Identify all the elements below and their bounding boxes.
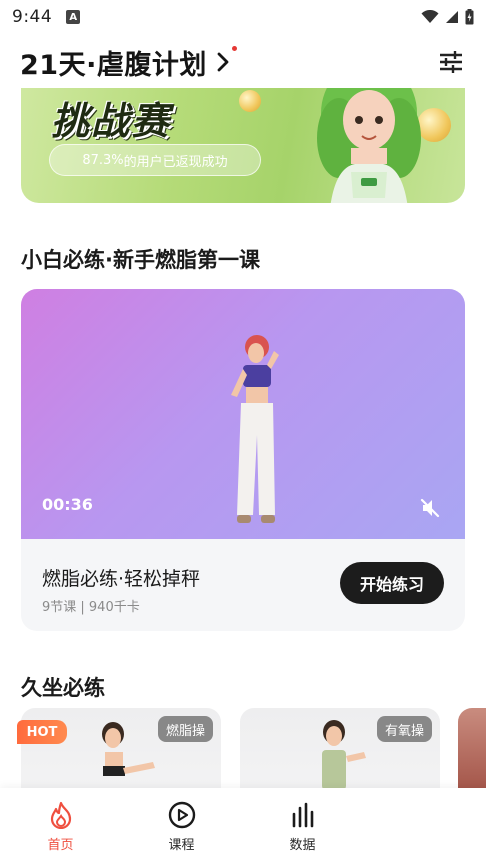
play-circle-icon [168, 800, 196, 830]
status-indicators [421, 9, 474, 25]
video-duration: 00:36 [42, 495, 93, 514]
notification-dot [231, 46, 237, 51]
signal-icon [446, 11, 458, 23]
app-header: 21天·虐腹计划 [0, 38, 486, 86]
hot-badge: HOT [17, 720, 67, 744]
instructor-figure [231, 335, 279, 523]
nav-item-data[interactable]: 数据 [242, 788, 363, 864]
section-title: 久坐必练 [21, 676, 105, 700]
nav-label: 首页 [47, 838, 74, 853]
nav-label: 课程 [168, 838, 195, 853]
status-bar: 9:44 A [0, 0, 486, 34]
nav-label: 数据 [289, 838, 316, 853]
start-practice-button[interactable]: 开始练习 [340, 562, 444, 604]
status-a-icon: A [66, 10, 81, 24]
course-meta: 9节课 | 940千卡 [42, 600, 140, 615]
bar-chart-icon [290, 800, 316, 830]
sliders-icon[interactable] [436, 47, 466, 77]
video-course-card[interactable]: 00:36 燃脂必练·轻松掉秤 9节课 | 940千卡 开始练习 [21, 289, 465, 631]
wifi-icon [421, 10, 439, 23]
category-tag: 有氧操 [376, 716, 432, 742]
course-name: 燃脂必练·轻松掉秤 [42, 568, 201, 590]
nav-item-home[interactable]: 首页 [0, 788, 121, 864]
banner-pill-text: 的用户已返现成功 [123, 154, 228, 170]
nav-item-courses[interactable]: 课程 [121, 788, 242, 864]
video-player[interactable]: 00:36 [21, 289, 465, 539]
battery-icon [465, 9, 474, 25]
status-time: 9:44 [12, 7, 53, 27]
plan-title[interactable]: 21天·虐腹计划 [20, 43, 207, 82]
character-illustration [317, 88, 421, 203]
banner-stat-pill: 87.3% 的用户已返现成功 [49, 144, 261, 176]
section-title: 小白必练·新手燃脂第一课 [21, 248, 260, 272]
chevron-right-icon[interactable] [217, 46, 237, 72]
category-tag: 燃脂操 [157, 716, 213, 742]
challenge-banner[interactable]: 挑战赛 87.3% 的用户已返现成功 [21, 88, 465, 203]
bottom-nav: 首页 课程 数据 [0, 788, 486, 864]
banner-percent: 87.3% [82, 152, 124, 168]
flame-icon [48, 800, 74, 830]
mute-icon[interactable] [419, 497, 441, 523]
banner-title: 挑战赛 [51, 99, 172, 143]
coin-icon [239, 90, 261, 112]
